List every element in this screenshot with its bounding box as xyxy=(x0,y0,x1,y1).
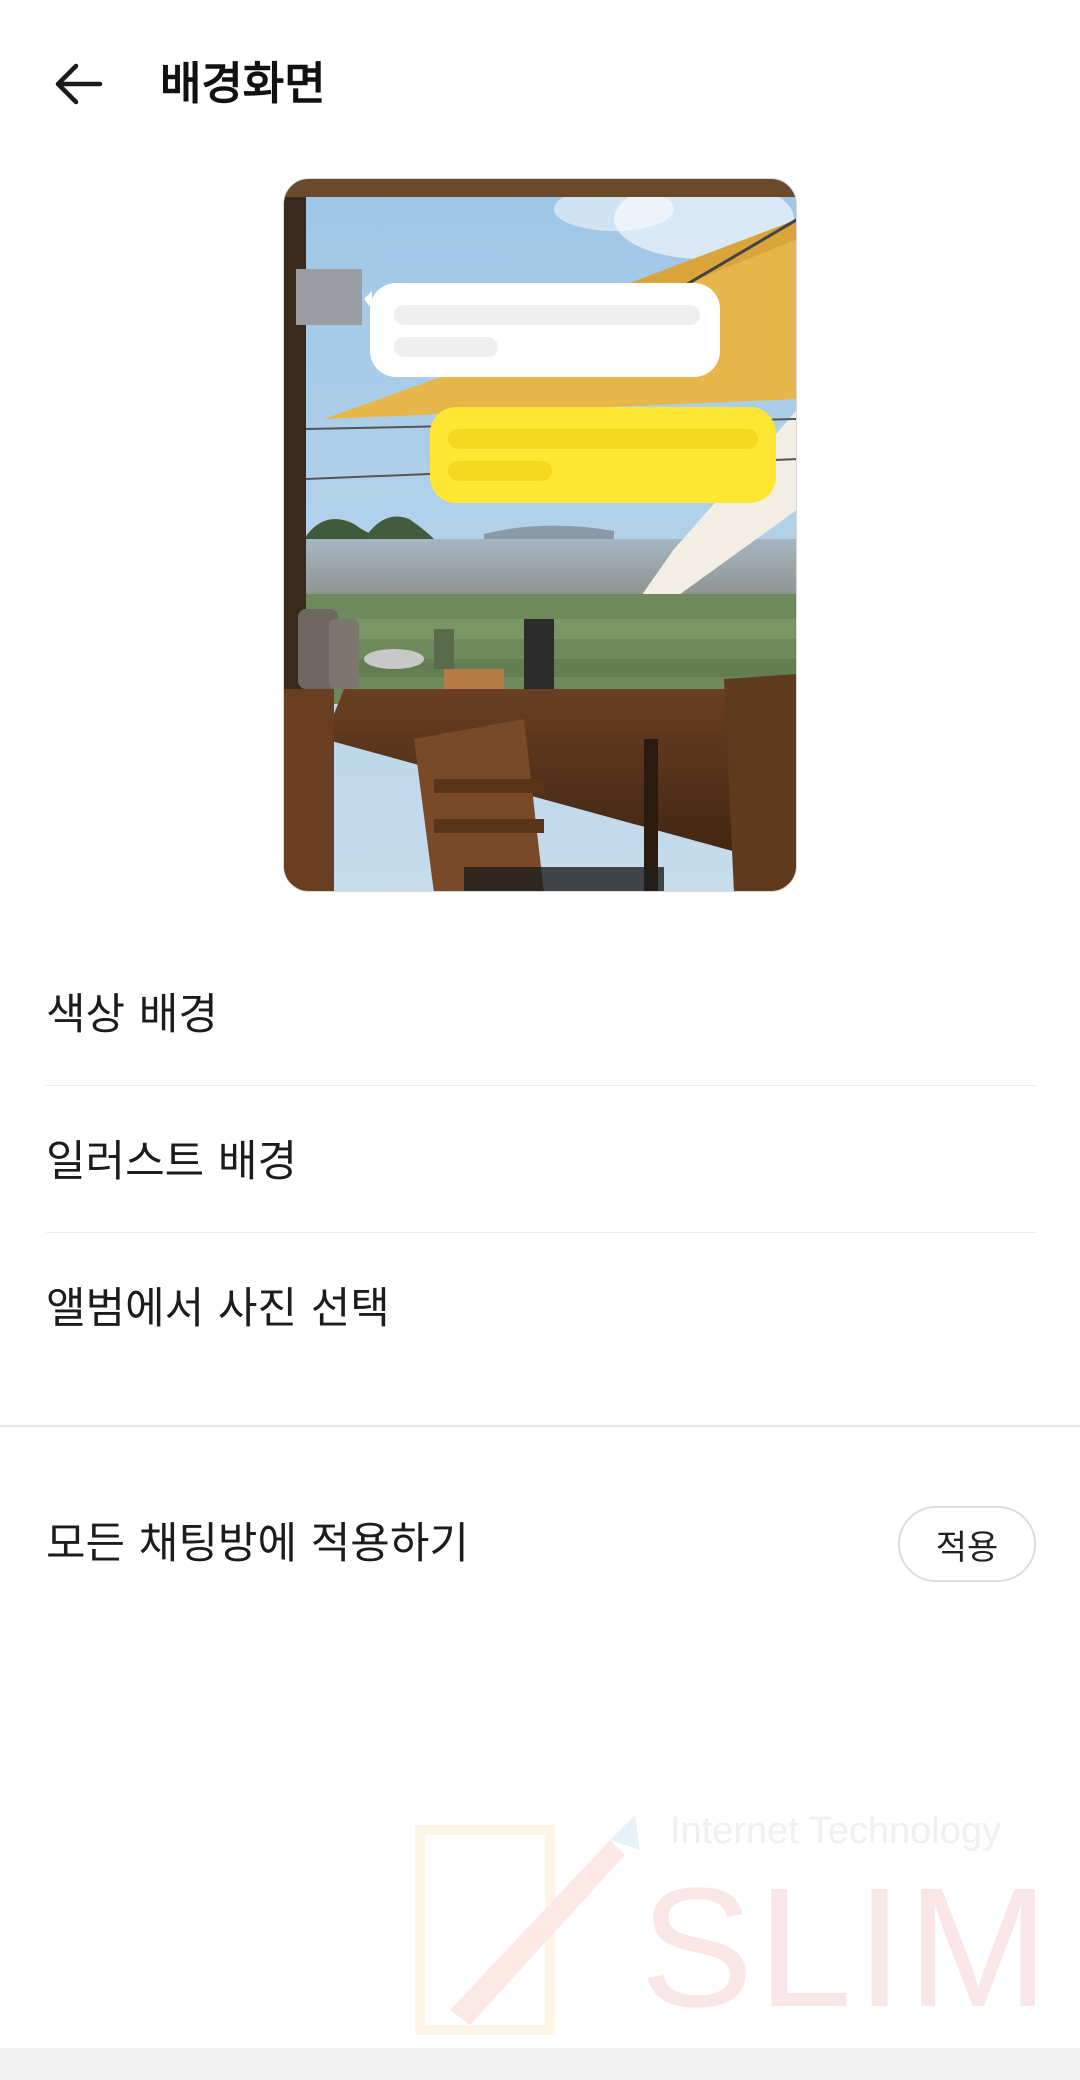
watermark-word: SLIM xyxy=(640,1853,1053,2043)
incoming-bubble xyxy=(370,283,720,377)
wallpaper-photo xyxy=(284,179,796,891)
back-button[interactable] xyxy=(46,52,110,116)
wallpaper-preview xyxy=(283,178,797,892)
menu-item-illustration-background[interactable]: 일러스트 배경 xyxy=(46,1085,1036,1231)
watermark-tagline: Internet Technology xyxy=(670,1810,1001,1852)
outgoing-bubble xyxy=(430,407,776,503)
menu-item-label: 색상 배경 xyxy=(46,990,218,1040)
menu-item-select-from-album[interactable]: 앨범에서 사진 선택 xyxy=(46,1232,1036,1378)
section-divider xyxy=(0,1425,1080,1427)
arrow-left-icon xyxy=(55,63,103,105)
menu-item-color-background[interactable]: 색상 배경 xyxy=(46,938,1036,1084)
apply-all-row: 모든 채팅방에 적용하기 적용 xyxy=(46,1500,1036,1588)
apply-all-label: 모든 채팅방에 적용하기 xyxy=(46,1519,469,1569)
avatar-placeholder xyxy=(296,269,362,325)
bottom-bar xyxy=(0,2048,1080,2080)
menu-item-label: 앨범에서 사진 선택 xyxy=(46,1284,390,1334)
page-title: 배경화면 xyxy=(160,57,326,110)
app-header: 배경화면 xyxy=(0,0,1080,166)
watermark-logo: Internet Technology SLIM xyxy=(410,1810,1060,2050)
apply-button[interactable]: 적용 xyxy=(898,1506,1036,1582)
menu-item-label: 일러스트 배경 xyxy=(46,1137,298,1187)
rocket-icon xyxy=(415,1815,640,2035)
